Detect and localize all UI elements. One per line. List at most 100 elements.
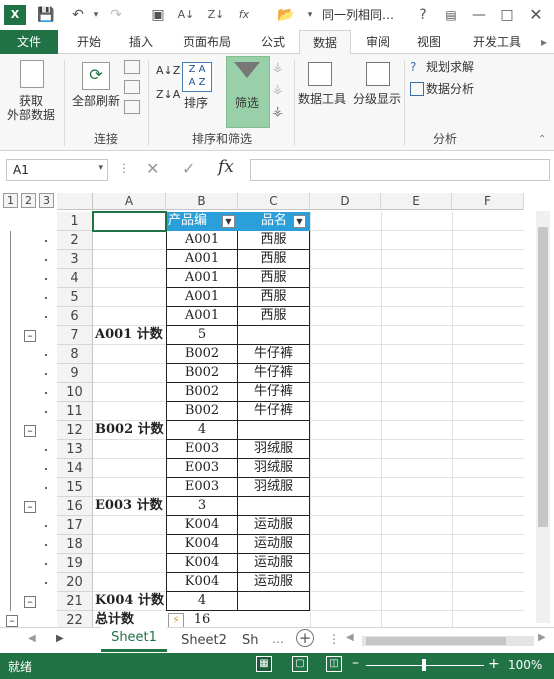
tab-review[interactable]: 审阅: [356, 30, 400, 54]
tab-formulas[interactable]: 公式: [250, 30, 296, 54]
zoom-level[interactable]: 100%: [508, 658, 542, 672]
cell-c[interactable]: 运动服: [238, 535, 310, 554]
cell-a[interactable]: K004 计数: [95, 592, 164, 611]
row-header[interactable]: 2: [57, 231, 93, 250]
row-header[interactable]: 16: [57, 497, 93, 516]
edit-links-icon[interactable]: [124, 100, 140, 114]
cell-b[interactable]: A001: [166, 288, 238, 307]
row-header[interactable]: 3: [57, 250, 93, 269]
cell-b[interactable]: A001: [166, 269, 238, 288]
sort-button[interactable]: 排序: [180, 96, 212, 110]
vscroll-thumb[interactable]: [538, 227, 548, 527]
save-icon[interactable]: 💾: [36, 5, 56, 25]
refresh-all-button[interactable]: 全部刷新: [68, 94, 124, 108]
row-header[interactable]: 15: [57, 478, 93, 497]
open-folder-icon[interactable]: 📂: [276, 5, 296, 25]
quick-analysis-icon[interactable]: ⚡: [168, 613, 184, 628]
clear-filter-icon[interactable]: ⚶: [272, 60, 283, 75]
minimize-icon[interactable]: —: [469, 5, 489, 25]
collapse-all-icon[interactable]: –: [6, 615, 18, 627]
sort-az-icon[interactable]: A↓Z: [156, 64, 180, 77]
tab-sheet2[interactable]: Sheet2: [172, 630, 236, 652]
cell-a[interactable]: E003 计数: [95, 497, 163, 516]
column-header-e[interactable]: E: [381, 193, 452, 210]
enter-icon[interactable]: ✓: [182, 159, 195, 178]
prev-sheet-icon[interactable]: ◀: [28, 633, 36, 644]
cell-b[interactable]: B002: [166, 402, 238, 421]
collapse-group-icon[interactable]: –: [24, 330, 36, 342]
tab-data[interactable]: 数据: [299, 30, 351, 56]
name-box-dropdown-icon[interactable]: ▾: [98, 163, 103, 173]
cell-b[interactable]: 4: [166, 592, 238, 611]
cell-b[interactable]: B002: [166, 345, 238, 364]
help-icon[interactable]: ?: [413, 5, 433, 25]
zoom-out-icon[interactable]: –: [352, 655, 359, 671]
cell-b[interactable]: 4: [166, 421, 238, 440]
row-header[interactable]: 14: [57, 459, 93, 478]
zoom-slider-thumb[interactable]: [422, 659, 426, 671]
column-header-b[interactable]: B: [166, 193, 238, 210]
row-header[interactable]: 11: [57, 402, 93, 421]
data-tools-button[interactable]: 数据工具: [296, 92, 348, 106]
page-layout-view-icon[interactable]: ▢: [292, 656, 308, 672]
cell-c[interactable]: 运动服: [238, 516, 310, 535]
cell-b[interactable]: B002: [166, 383, 238, 402]
row-header[interactable]: 4: [57, 269, 93, 288]
cell-c[interactable]: 羽绒服: [238, 459, 310, 478]
zoom-in-icon[interactable]: +: [488, 656, 500, 672]
get-external-data-button[interactable]: 获取 外部数据: [6, 94, 56, 122]
sheet-bar-more-icon[interactable]: ⋮: [328, 632, 340, 646]
cell-b[interactable]: K004: [166, 516, 238, 535]
advanced-filter-icon[interactable]: ⚶: [272, 104, 283, 119]
cell-c[interactable]: [238, 421, 310, 440]
formula-input[interactable]: [250, 159, 550, 181]
row-header[interactable]: 1: [57, 212, 93, 231]
cell-c[interactable]: 牛仔裤: [238, 402, 310, 421]
cell-b[interactable]: K004: [166, 554, 238, 573]
connections-icon[interactable]: [124, 60, 140, 74]
cell-b[interactable]: B002: [166, 364, 238, 383]
collapse-ribbon-icon[interactable]: ⌃: [538, 134, 546, 145]
page-break-view-icon[interactable]: ◫: [326, 656, 342, 672]
collapse-group-icon[interactable]: –: [24, 501, 36, 513]
tab-insert[interactable]: 插入: [118, 30, 164, 54]
cell-c[interactable]: 西服: [238, 269, 310, 288]
cell-c[interactable]: 运动服: [238, 554, 310, 573]
normal-view-icon[interactable]: ▦: [256, 656, 272, 672]
cell-c[interactable]: 西服: [238, 288, 310, 307]
cell-b[interactable]: 3: [166, 497, 238, 516]
cell-c[interactable]: 羽绒服: [238, 478, 310, 497]
tab-developer[interactable]: 开发工具: [462, 30, 532, 54]
add-sheet-icon[interactable]: +: [296, 629, 314, 647]
cell-c[interactable]: 西服: [238, 231, 310, 250]
scroll-tabs-icon[interactable]: ▸: [536, 30, 552, 54]
row-header[interactable]: 18: [57, 535, 93, 554]
cell-c[interactable]: 羽绒服: [238, 440, 310, 459]
insert-function-icon[interactable]: fx: [218, 157, 234, 177]
cell-c[interactable]: [238, 326, 310, 345]
data-analysis-button[interactable]: 数据分析: [426, 82, 486, 96]
row-header[interactable]: 12: [57, 421, 93, 440]
cell-a[interactable]: B002 计数: [95, 421, 164, 440]
row-header[interactable]: 9: [57, 364, 93, 383]
cell-b[interactable]: A001: [166, 307, 238, 326]
row-header[interactable]: 13: [57, 440, 93, 459]
solver-button[interactable]: 规划求解: [426, 60, 486, 74]
column-header-d[interactable]: D: [310, 193, 381, 210]
row-header[interactable]: 8: [57, 345, 93, 364]
cell-c[interactable]: 运动服: [238, 573, 310, 592]
hscroll-thumb[interactable]: [366, 637, 506, 645]
cell-b[interactable]: E003: [166, 440, 238, 459]
cell-b[interactable]: K004: [166, 535, 238, 554]
filter-dropdown-icon[interactable]: ▼: [293, 215, 306, 228]
insert-function-quick-icon[interactable]: fx: [234, 5, 254, 25]
tab-sheet1[interactable]: Sheet1: [101, 627, 167, 652]
filter-dropdown-icon[interactable]: ▼: [222, 215, 235, 228]
cell-a[interactable]: A001 计数: [95, 326, 163, 345]
row-header[interactable]: 19: [57, 554, 93, 573]
vertical-scrollbar[interactable]: [536, 211, 550, 623]
column-header-f[interactable]: F: [452, 193, 524, 210]
horizontal-scrollbar[interactable]: [362, 636, 534, 646]
outline-level-1-button[interactable]: 1: [3, 193, 18, 208]
redo-icon[interactable]: ↷: [106, 5, 126, 25]
